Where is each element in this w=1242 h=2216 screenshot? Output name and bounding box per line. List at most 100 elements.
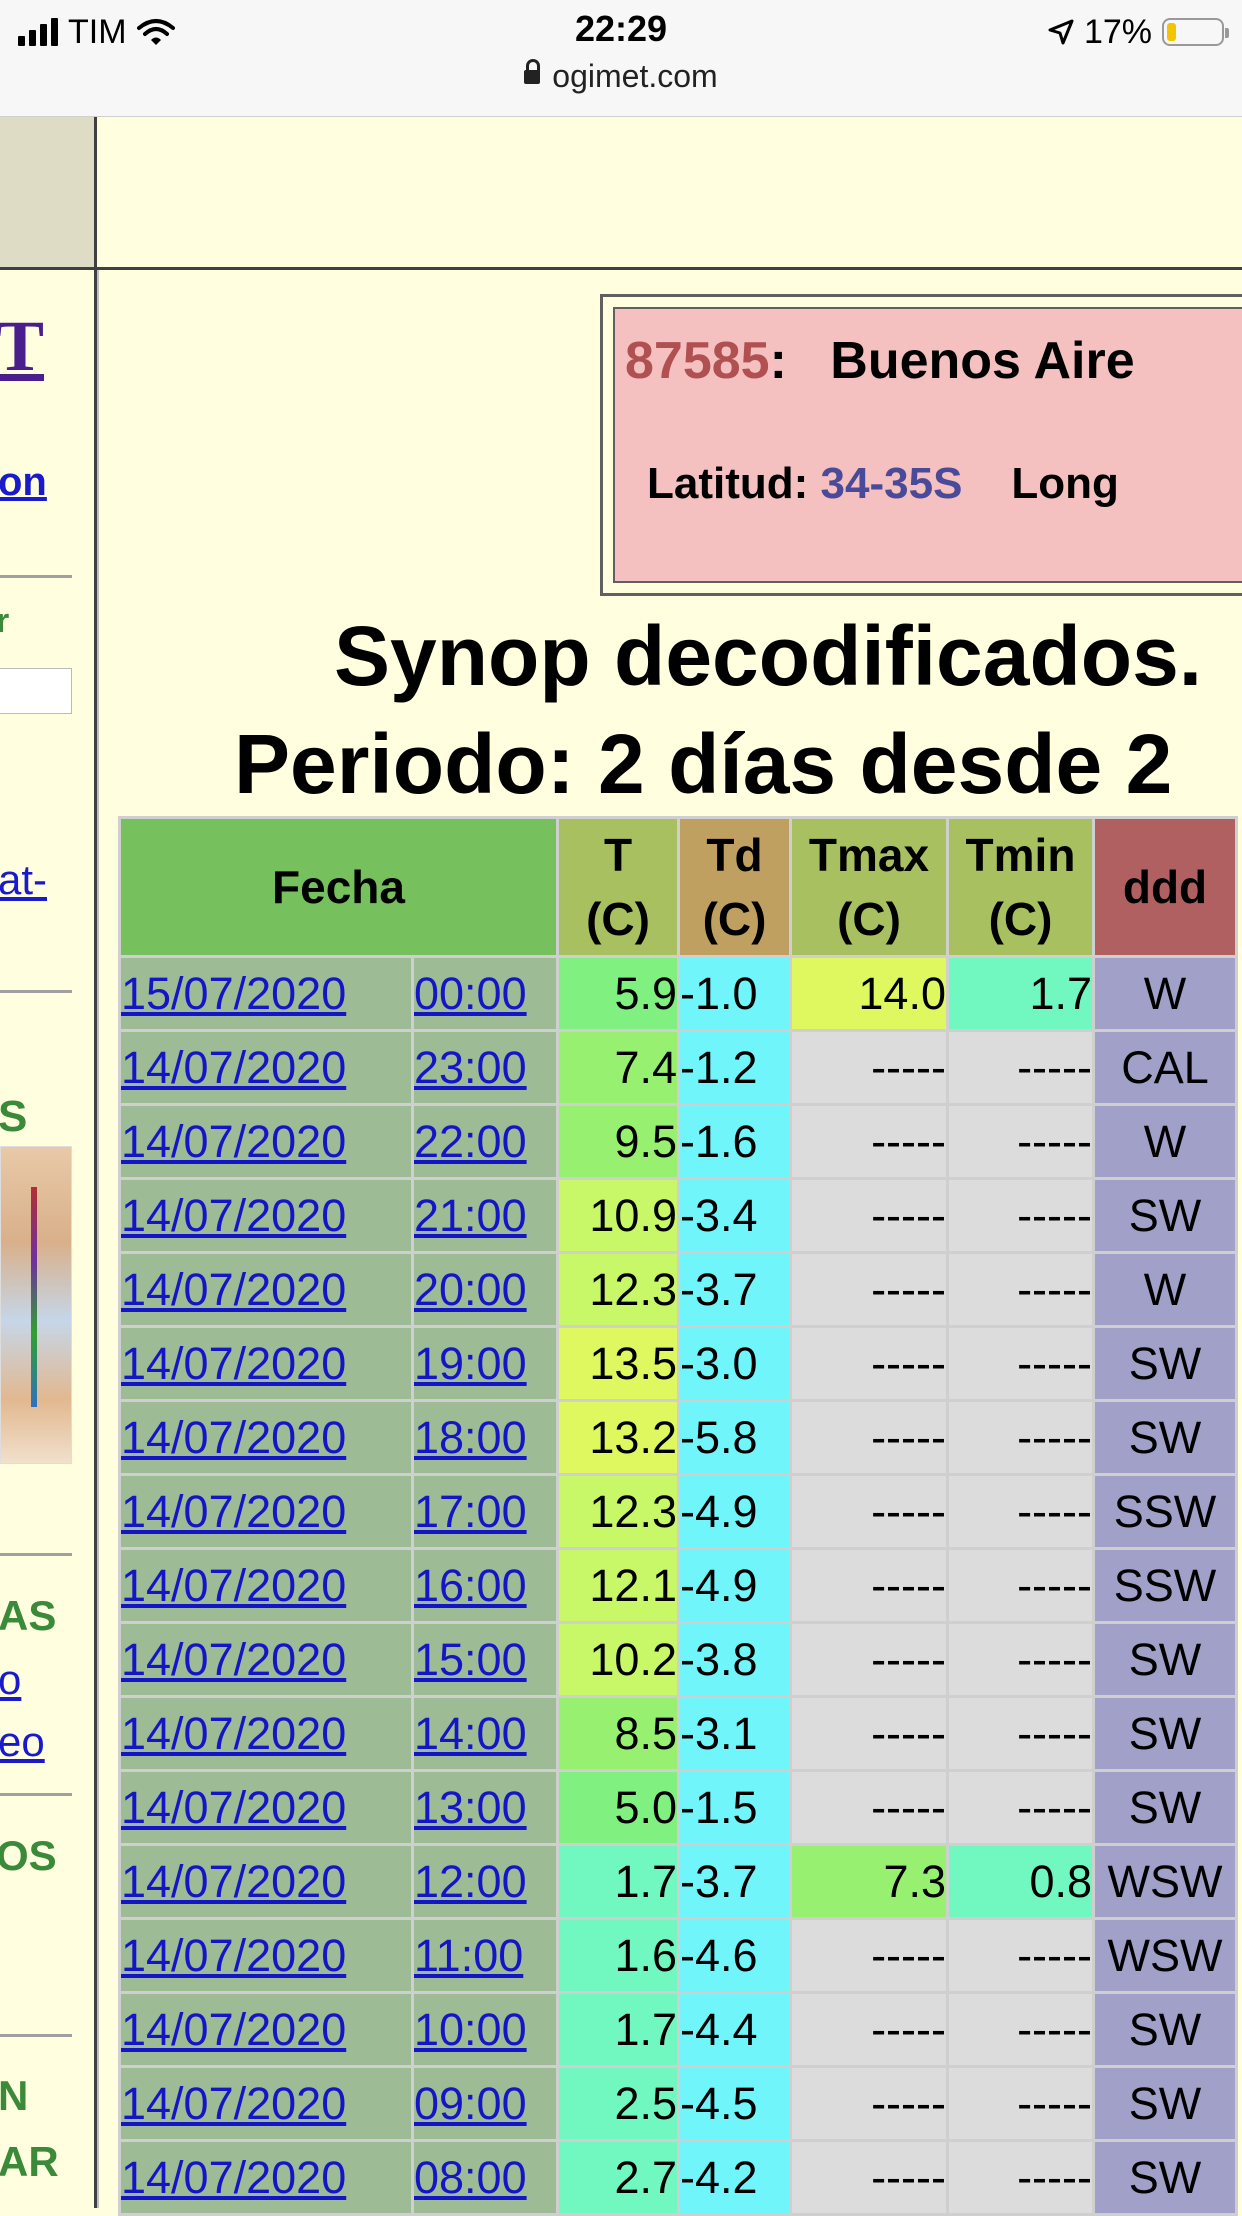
date-link[interactable]: 14/07/2020 <box>121 1782 346 1833</box>
sidebar-map-thumbnail[interactable] <box>0 1146 72 1464</box>
time-link[interactable]: 19:00 <box>414 1338 527 1389</box>
tmax-cell: 14.0 <box>792 958 946 1029</box>
table-row: 14/07/2020 16:00 12.1 -4.9 ----- ----- SSW <box>121 1550 1235 1621</box>
time-link[interactable]: 12:00 <box>414 1856 527 1907</box>
time-link[interactable]: 20:00 <box>414 1264 527 1315</box>
header-tmin-label: Tmin <box>965 829 1076 881</box>
wind-direction-cell: CAL <box>1095 1032 1235 1103</box>
date-cell: 14/07/2020 <box>121 1846 411 1917</box>
tmin-cell: ----- <box>949 1180 1092 1251</box>
table-row: 15/07/2020 00:00 5.9 -1.0 14.0 1.7 W <box>121 958 1235 1029</box>
temperature-cell: 8.5 <box>559 1698 677 1769</box>
date-link[interactable]: 14/07/2020 <box>121 1708 346 1759</box>
time-link[interactable]: 15:00 <box>414 1634 527 1685</box>
date-link[interactable]: 14/07/2020 <box>121 1486 346 1537</box>
date-link[interactable]: 14/07/2020 <box>121 2004 346 2055</box>
date-link[interactable]: 14/07/2020 <box>121 2078 346 2129</box>
dewpoint-cell: -3.1 <box>680 1698 789 1769</box>
latitude-label: Latitud: <box>647 459 809 508</box>
header-td-unit: (C) <box>702 893 767 945</box>
header-tmax-label: Tmax <box>808 829 930 881</box>
time-link[interactable]: 08:00 <box>414 2152 527 2203</box>
sidebar-heading-s: S <box>0 1092 28 1141</box>
time-link[interactable]: 16:00 <box>414 1560 527 1611</box>
tmin-cell: ----- <box>949 1920 1092 1991</box>
temperature-cell: 7.4 <box>559 1032 677 1103</box>
temperature-cell: 1.7 <box>559 1846 677 1917</box>
time-link[interactable]: 23:00 <box>414 1042 527 1093</box>
time-link[interactable]: 18:00 <box>414 1412 527 1463</box>
date-link[interactable]: 14/07/2020 <box>121 1116 346 1167</box>
time-link[interactable]: 14:00 <box>414 1708 527 1759</box>
sidebar-divider <box>0 990 72 993</box>
header-t-unit: (C) <box>586 893 650 945</box>
time-link[interactable]: 22:00 <box>414 1116 527 1167</box>
date-cell: 14/07/2020 <box>121 1328 411 1399</box>
date-cell: 14/07/2020 <box>121 1180 411 1251</box>
date-cell: 14/07/2020 <box>121 1994 411 2065</box>
sidebar-link-o[interactable]: o <box>0 1656 21 1704</box>
date-link[interactable]: 14/07/2020 <box>121 1190 346 1241</box>
tmin-cell: ----- <box>949 1624 1092 1695</box>
header-t-label: T <box>603 829 633 881</box>
tmax-cell: ----- <box>792 1106 946 1177</box>
date-link[interactable]: 14/07/2020 <box>121 1042 346 1093</box>
table-row: 14/07/2020 10:00 1.7 -4.4 ----- ----- SW <box>121 1994 1235 2065</box>
wind-direction-cell: W <box>1095 1254 1235 1325</box>
dewpoint-cell: -1.5 <box>680 1772 789 1843</box>
dewpoint-cell: -1.6 <box>680 1106 789 1177</box>
date-link[interactable]: 14/07/2020 <box>121 2152 346 2203</box>
date-link[interactable]: 14/07/2020 <box>121 1856 346 1907</box>
time-link[interactable]: 00:00 <box>414 968 527 1019</box>
wind-direction-cell: SW <box>1095 1624 1235 1695</box>
table-header-row: Fecha T (C) Td (C) Tmax (C) Tmin (C) ddd <box>121 819 1235 955</box>
date-cell: 14/07/2020 <box>121 1106 411 1177</box>
date-link[interactable]: 14/07/2020 <box>121 1264 346 1315</box>
tmin-cell: ----- <box>949 1994 1092 2065</box>
time-cell: 22:00 <box>414 1106 556 1177</box>
header-fecha: Fecha <box>121 819 556 955</box>
wind-direction-cell: SW <box>1095 1328 1235 1399</box>
dewpoint-cell: -4.9 <box>680 1476 789 1547</box>
date-link[interactable]: 15/07/2020 <box>121 968 346 1019</box>
sidebar-link-eo[interactable]: eo <box>0 1718 45 1766</box>
temperature-cell: 10.2 <box>559 1624 677 1695</box>
dewpoint-cell: -4.4 <box>680 1994 789 2065</box>
location-arrow-icon <box>1048 19 1074 45</box>
temperature-cell: 12.1 <box>559 1550 677 1621</box>
sidebar-search-input[interactable] <box>0 668 72 714</box>
temperature-cell: 1.6 <box>559 1920 677 1991</box>
dewpoint-cell: -4.6 <box>680 1920 789 1991</box>
dewpoint-cell: -4.2 <box>680 2142 789 2213</box>
page-title: Synop decodificados. <box>334 609 1203 703</box>
time-link[interactable]: 17:00 <box>414 1486 527 1537</box>
address-bar[interactable]: ogimet.com <box>0 58 1242 95</box>
date-link[interactable]: 14/07/2020 <box>121 1634 346 1685</box>
sidebar-link-on[interactable]: on <box>0 460 47 505</box>
synop-table: Fecha T (C) Td (C) Tmax (C) Tmin (C) ddd 15/… <box>118 816 1238 2216</box>
time-link[interactable]: 11:00 <box>414 1930 523 1981</box>
sidebar-link-at[interactable]: at- <box>0 856 47 904</box>
time-link[interactable]: 09:00 <box>414 2078 527 2129</box>
date-link[interactable]: 14/07/2020 <box>121 1338 346 1389</box>
wind-direction-cell: SW <box>1095 1402 1235 1473</box>
tmin-cell: ----- <box>949 1698 1092 1769</box>
time-link[interactable]: 13:00 <box>414 1782 527 1833</box>
table-row: 14/07/2020 12:00 1.7 -3.7 7.3 0.8 WSW <box>121 1846 1235 1917</box>
dewpoint-cell: -3.8 <box>680 1624 789 1695</box>
dewpoint-cell: -4.9 <box>680 1550 789 1621</box>
time-link[interactable]: 21:00 <box>414 1190 527 1241</box>
date-link[interactable]: 14/07/2020 <box>121 1560 346 1611</box>
date-link[interactable]: 14/07/2020 <box>121 1412 346 1463</box>
temperature-cell: 2.7 <box>559 2142 677 2213</box>
tmax-cell: ----- <box>792 1254 946 1325</box>
sidebar-heading-os: OS <box>0 1832 57 1879</box>
tmin-cell: ----- <box>949 1254 1092 1325</box>
sidebar-logo-link[interactable]: T <box>0 305 44 388</box>
tmin-cell: ----- <box>949 1550 1092 1621</box>
tmin-cell: 1.7 <box>949 958 1092 1029</box>
date-link[interactable]: 14/07/2020 <box>121 1930 346 1981</box>
sidebar-divider <box>0 1553 72 1556</box>
time-cell: 11:00 <box>414 1920 556 1991</box>
time-link[interactable]: 10:00 <box>414 2004 527 2055</box>
